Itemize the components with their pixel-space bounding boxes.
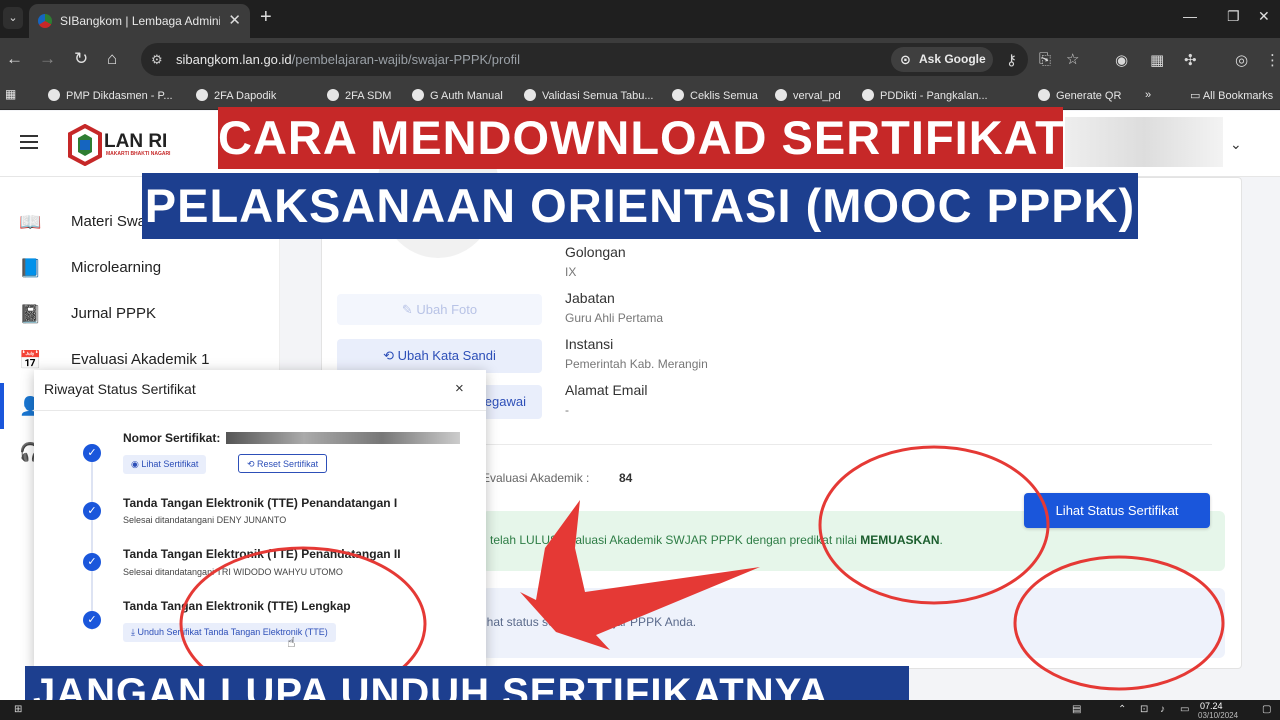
clock-time[interactable]: 07.24 — [1200, 701, 1223, 711]
notification-icon[interactable]: ▢ — [1262, 704, 1271, 715]
annotation-arrow-icon — [520, 500, 760, 650]
tray-chevron-icon[interactable]: ⌃ — [1118, 704, 1126, 715]
windows-start-icon[interactable]: ⊞ — [14, 704, 22, 715]
annotation-circle — [1013, 555, 1225, 691]
clock-date[interactable]: 03/10/2024 — [1198, 711, 1238, 720]
network-icon[interactable]: ⊡ — [1140, 704, 1148, 715]
windows-taskbar: ⊞ ▤ ⌃ ⊡ ♪ ▭ 07.24 03/10/2024 ▢ — [0, 700, 1280, 720]
video-title-line1: CARA MENDOWNLOAD SERTIFIKAT — [218, 107, 1064, 169]
video-title-line2: PELAKSANAAN ORIENTASI (MOOC PPPK) — [142, 173, 1138, 239]
annotation-circle — [818, 445, 1050, 605]
volume-icon[interactable]: ♪ — [1160, 704, 1165, 715]
battery-icon[interactable]: ▭ — [1180, 704, 1189, 715]
tray-app-icon[interactable]: ▤ — [1072, 704, 1081, 715]
